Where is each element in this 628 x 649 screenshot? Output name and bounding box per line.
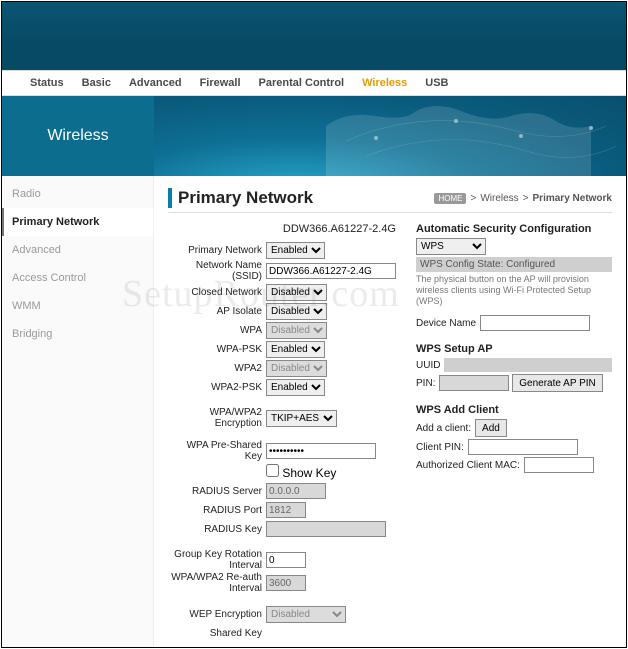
radius-key-label: RADIUS Key	[168, 524, 266, 535]
closed-network-select[interactable]: Disabled	[266, 284, 327, 301]
wep-encryption-label: WEP Encryption	[168, 609, 266, 620]
main-content: Primary Network HOME > Wireless > Primar…	[154, 176, 626, 647]
wpa2-psk-label: WPA2-PSK	[168, 382, 266, 393]
top-banner	[2, 2, 626, 70]
asc-mode-select[interactable]: WPS	[416, 238, 486, 255]
breadcrumb-home[interactable]: HOME	[434, 193, 466, 204]
add-client-button[interactable]: Add	[475, 419, 507, 437]
radius-server-input[interactable]	[266, 483, 326, 499]
nav-usb[interactable]: USB	[425, 77, 448, 89]
nav-parental-control[interactable]: Parental Control	[259, 77, 345, 89]
wps-setup-heading: WPS Setup AP	[416, 343, 612, 355]
wep-encryption-select[interactable]: Disabled	[266, 606, 346, 623]
sidebar-bridging[interactable]: Bridging	[2, 320, 153, 348]
nav-advanced[interactable]: Advanced	[129, 77, 182, 89]
breadcrumb: HOME > Wireless > Primary Network	[434, 193, 612, 204]
hero-title: Wireless	[47, 127, 108, 145]
show-key-checkbox[interactable]	[266, 464, 279, 477]
device-heading: DDW366.A61227-2.4G	[168, 223, 398, 235]
encryption-label: WPA/WPA2 Encryption	[168, 407, 266, 429]
sidebar-radio[interactable]: Radio	[2, 180, 153, 208]
shared-key-label: Shared Key	[168, 628, 266, 639]
device-name-input[interactable]	[480, 315, 590, 331]
show-key-label: Show Key	[279, 466, 336, 480]
generate-pin-button[interactable]: Generate AP PIN	[512, 374, 603, 392]
main-nav: Status Basic Advanced Firewall Parental …	[2, 70, 626, 96]
device-name-label: Device Name	[416, 318, 476, 329]
sidebar-primary-network[interactable]: Primary Network	[2, 208, 153, 236]
pin-input[interactable]	[439, 375, 509, 391]
authorized-mac-label: Authorized Client MAC:	[416, 460, 520, 471]
psk-input[interactable]	[266, 443, 376, 459]
asc-status: WPS Config State: Configured	[416, 257, 612, 272]
wpa-label: WPA	[168, 325, 266, 336]
asc-helper-text: The physical button on the AP will provi…	[416, 274, 612, 307]
primary-network-label: Primary Network	[168, 245, 266, 256]
radius-server-label: RADIUS Server	[168, 486, 266, 497]
reauth-interval-label: WPA/WPA2 Re-auth Interval	[168, 572, 266, 594]
sidebar: Radio Primary Network Advanced Access Co…	[2, 176, 154, 647]
sidebar-wmm[interactable]: WMM	[2, 292, 153, 320]
wpa2-psk-select[interactable]: Enabled	[266, 379, 325, 396]
wpa-psk-select[interactable]: Enabled	[266, 341, 325, 358]
radius-port-input[interactable]	[266, 502, 306, 518]
authorized-mac-input[interactable]	[524, 457, 594, 473]
sidebar-advanced[interactable]: Advanced	[2, 236, 153, 264]
radius-port-label: RADIUS Port	[168, 505, 266, 516]
client-pin-label: Client PIN:	[416, 442, 464, 453]
psk-label: WPA Pre-Shared Key	[168, 440, 266, 462]
nav-status[interactable]: Status	[30, 77, 64, 89]
reauth-interval-input[interactable]	[266, 575, 306, 591]
wpa2-label: WPA2	[168, 363, 266, 374]
group-key-rotation-label: Group Key Rotation Interval	[168, 549, 266, 571]
wpa-psk-label: WPA-PSK	[168, 344, 266, 355]
wps-add-client-heading: WPS Add Client	[416, 404, 612, 416]
ssid-label: Network Name (SSID)	[168, 260, 266, 282]
encryption-select[interactable]: TKIP+AES	[266, 410, 337, 427]
breadcrumb-current: Primary Network	[533, 193, 612, 204]
page-title: Primary Network	[168, 188, 313, 208]
client-pin-input[interactable]	[468, 439, 578, 455]
hero-title-box: Wireless	[2, 96, 154, 176]
pin-label: PIN:	[416, 378, 435, 389]
wpa-select[interactable]: Disabled	[266, 322, 327, 339]
radius-key-input[interactable]	[266, 521, 386, 537]
add-client-label: Add a client:	[416, 423, 471, 434]
sidebar-access-control[interactable]: Access Control	[2, 264, 153, 292]
closed-network-label: Closed Network	[168, 287, 266, 298]
uuid-label: UUID	[416, 360, 440, 371]
primary-network-select[interactable]: Enabled	[266, 242, 325, 259]
breadcrumb-wireless[interactable]: Wireless	[480, 193, 518, 204]
nav-firewall[interactable]: Firewall	[200, 77, 241, 89]
ap-isolate-select[interactable]: Disabled	[266, 303, 327, 320]
hero-background	[154, 96, 626, 176]
ssid-input[interactable]	[266, 263, 396, 279]
ap-isolate-label: AP Isolate	[168, 306, 266, 317]
hero: Wireless	[2, 96, 626, 176]
group-key-rotation-input[interactable]	[266, 552, 306, 568]
wpa2-select[interactable]: Disabled	[266, 360, 327, 377]
uuid-value	[444, 358, 612, 372]
nav-wireless[interactable]: Wireless	[362, 77, 407, 89]
nav-basic[interactable]: Basic	[82, 77, 111, 89]
asc-heading: Automatic Security Configuration	[416, 223, 612, 235]
